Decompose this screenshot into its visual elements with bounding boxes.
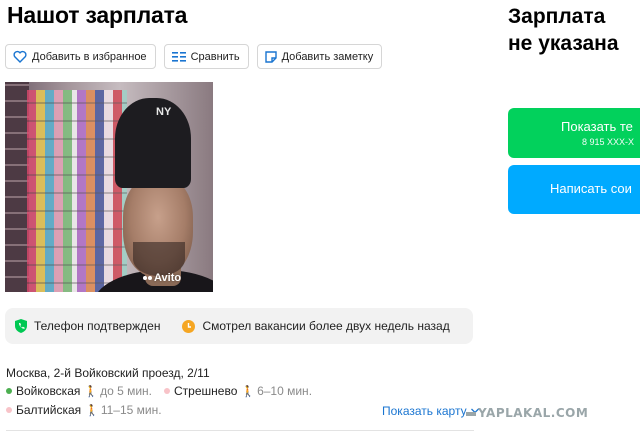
add-to-favorites-button[interactable]: Добавить в избранное [5, 44, 156, 69]
metro-row-2: Балтийская 🚶 11–15 мин. [6, 403, 162, 417]
seller-badges: Телефон подтвержден Смотрел вакансии бол… [5, 308, 473, 344]
metro-line-dot [164, 388, 171, 394]
metro-line-dot [6, 407, 12, 413]
site-watermark-arrow [466, 412, 476, 416]
write-message-label: Написать сои [550, 181, 632, 196]
shield-phone-icon [15, 319, 27, 333]
divider [6, 430, 474, 431]
hat-logo: NY [156, 106, 172, 118]
viewed-vacancies-text: Смотрел вакансии более двух недель назад [202, 319, 450, 333]
metro-station-time: 6–10 мин. [257, 384, 313, 398]
viewed-vacancies-badge: Смотрел вакансии более двух недель назад [182, 319, 450, 333]
metro-line-dot [6, 388, 12, 394]
salary-line-2: не указана [508, 32, 619, 55]
note-icon [264, 50, 277, 63]
walking-icon: 🚶 [85, 404, 99, 417]
photo-background-shelf-left [5, 82, 29, 292]
compare-icon [171, 51, 186, 62]
write-message-button[interactable]: Написать сои [508, 165, 640, 214]
avito-watermark-text: Avito [154, 272, 182, 284]
page-title: Нашот зарплата [7, 2, 188, 28]
photo-person-hat [115, 98, 191, 188]
favorite-label: Добавить в избранное [32, 50, 147, 63]
show-map-link[interactable]: Показать карту [382, 404, 479, 418]
metro-station-name: Войковская [16, 384, 81, 398]
metro-station-time: до 5 мин. [100, 384, 153, 398]
walking-icon: 🚶 [241, 385, 256, 398]
address: Москва, 2-й Войковский проезд, 2/11 [6, 366, 210, 380]
action-bar: Добавить в избранное Сравнить Добавить з… [5, 44, 383, 69]
walking-icon: 🚶 [84, 385, 99, 398]
avito-watermark: Avito [143, 272, 181, 284]
listing-photo[interactable]: NY Avito [5, 82, 213, 292]
show-phone-label: Показать те [561, 119, 633, 134]
note-label: Добавить заметку [281, 50, 374, 63]
phone-number-masked: 8 915 XXX-X [582, 137, 635, 147]
phone-verified-badge: Телефон подтвержден [15, 319, 160, 333]
metro-station-time: 11–15 мин. [100, 403, 162, 417]
heart-icon [13, 50, 27, 63]
add-note-button[interactable]: Добавить заметку [256, 44, 383, 69]
photo-person-beard [133, 242, 185, 276]
salary-line-1: Зарплата [508, 5, 606, 28]
metro-row-1: Войковская 🚶 до 5 мин. Стрешнево 🚶 6–10 … [6, 384, 312, 398]
avito-logo-icon [143, 276, 152, 280]
clock-icon [182, 319, 196, 333]
photo-background-shelf [27, 90, 127, 292]
metro-station-name: Стрешнево [174, 384, 238, 398]
compare-label: Сравнить [190, 50, 240, 63]
show-phone-button[interactable]: Показать те 8 915 XXX-X [508, 108, 640, 158]
compare-button[interactable]: Сравнить [163, 44, 249, 69]
metro-station-name: Балтийская [16, 403, 82, 417]
show-map-label: Показать карту [382, 404, 467, 418]
salary-info: Зарплата не указана [508, 3, 619, 57]
site-watermark: YAPLAKAL.COM [478, 406, 589, 420]
phone-verified-text: Телефон подтвержден [34, 319, 161, 333]
